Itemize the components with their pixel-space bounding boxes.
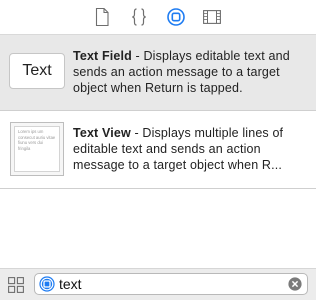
filter-search-input[interactable] [59,275,279,293]
media-library-tab[interactable] [202,7,222,27]
library-item-title: Text View [73,126,131,140]
filter-scope-button[interactable] [39,276,55,292]
text-view-thumbnail: Lorem ips um consecut auriu vitae fiunu … [10,122,64,176]
library-item-title: Text Field [73,49,132,63]
clear-icon [288,277,302,291]
text-view-thumbnail-text: Lorem ips um consecut auriu vitae fiunu … [14,126,60,172]
object-library-tab[interactable] [166,7,186,27]
file-template-library-tab[interactable] [92,7,112,27]
object-library-icon [39,276,55,292]
film-icon [203,10,221,24]
clear-search-button[interactable] [288,277,302,291]
library-item-text-view[interactable]: Lorem ips um consecut auriu vitae fiunu … [0,111,316,189]
library-list: Text Text Field - Displays editable text… [0,35,316,189]
braces-icon [132,8,146,26]
text-field-thumbnail-label: Text [22,62,52,79]
grid-icon [8,277,24,293]
file-icon [95,8,109,26]
library-item-description: Text Field - Displays editable text and … [73,48,308,96]
filter-bar [0,268,316,300]
text-field-thumbnail: Text [9,53,65,89]
library-item-description: Text View - Displays multiple lines of e… [73,125,308,173]
object-library-icon [167,8,185,26]
library-toolbar [0,0,316,35]
code-snippet-library-tab[interactable] [129,7,149,27]
filter-search-field[interactable] [34,273,308,295]
object-library-panel: Text Text Field - Displays editable text… [0,0,316,300]
view-mode-toggle[interactable] [8,277,24,293]
library-item-text-field[interactable]: Text Text Field - Displays editable text… [0,35,316,111]
